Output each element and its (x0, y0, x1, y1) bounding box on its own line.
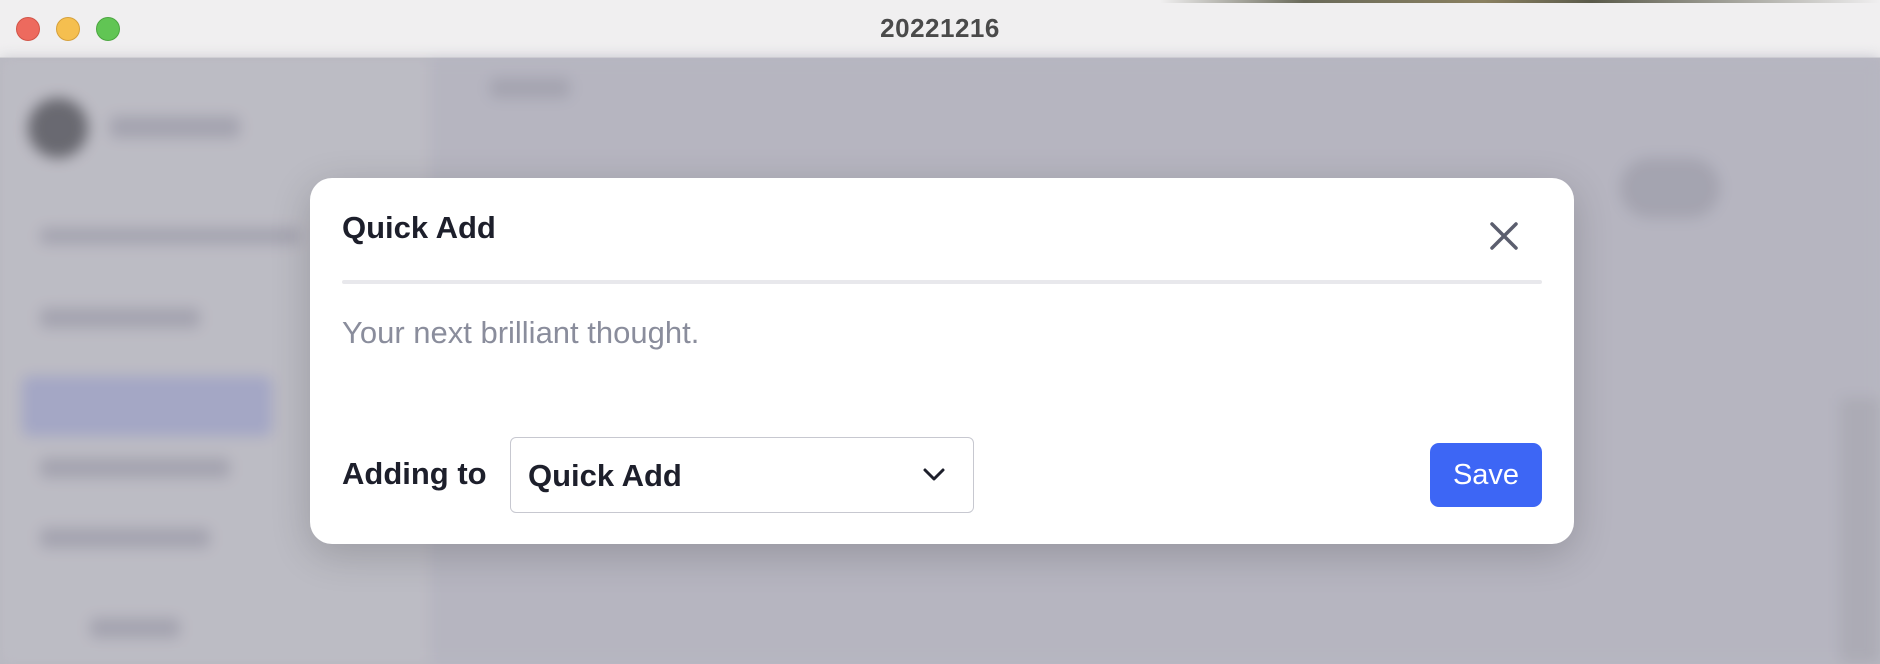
destination-select-value: Quick Add (528, 458, 682, 493)
title-bar: 20221216 (0, 0, 1880, 58)
dialog-title: Quick Add (342, 210, 496, 245)
header-divider (342, 280, 1542, 284)
window-close-button[interactable] (16, 17, 40, 41)
dialog-header: Quick Add (342, 210, 1542, 260)
close-icon (1490, 222, 1518, 250)
destination-select[interactable]: Quick Add (510, 437, 974, 513)
close-button[interactable] (1486, 218, 1522, 254)
app-window: 20221216 Quick Add Your next brilliant t… (0, 0, 1880, 664)
window-title: 20221216 (880, 13, 1000, 43)
adding-to-label: Adding to (342, 456, 487, 491)
window-minimize-button[interactable] (56, 17, 80, 41)
save-button[interactable]: Save (1430, 443, 1542, 507)
chevron-down-icon (923, 468, 945, 481)
window-maximize-button[interactable] (96, 17, 120, 41)
quick-add-dialog: Quick Add Adding to Quick Add Save (310, 178, 1574, 544)
thought-input[interactable] (342, 308, 1542, 358)
